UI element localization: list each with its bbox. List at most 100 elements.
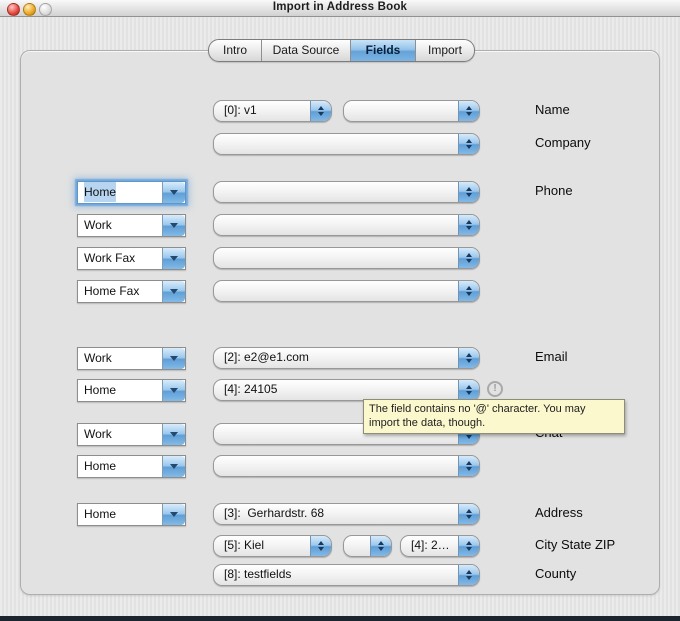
combo-dropdown-button[interactable] [162, 456, 185, 477]
chevron-down-icon [170, 464, 178, 469]
company-label: Company [535, 135, 591, 150]
up-arrow-icon [466, 106, 472, 110]
combo-dropdown-button[interactable] [162, 281, 185, 302]
up-arrow-icon [466, 541, 472, 545]
popup-arrows-button [458, 536, 479, 556]
popup-arrows-button [458, 565, 479, 585]
address-label: Address [535, 505, 583, 520]
county-source-popup[interactable]: [8]: testfields [213, 564, 480, 586]
tab-fields[interactable]: Fields [350, 40, 415, 61]
window-title: Import in Address Book [272, 1, 408, 13]
up-arrow-icon [318, 541, 324, 545]
up-arrow-icon [466, 187, 472, 191]
warning-icon: ! [487, 381, 503, 397]
down-arrow-icon [466, 193, 472, 197]
down-arrow-icon [318, 547, 324, 551]
phone-source-popup-1[interactable] [213, 181, 480, 203]
name-label: Name [535, 102, 570, 117]
phone-type-combo-2[interactable]: Work [77, 214, 186, 237]
combo-dropdown-button[interactable] [162, 424, 185, 445]
down-arrow-icon [466, 515, 472, 519]
titlebar[interactable]: Import in Address Book [0, 0, 680, 17]
combo-dropdown-button[interactable] [162, 248, 185, 269]
down-arrow-icon [466, 112, 472, 116]
down-arrow-icon [466, 292, 472, 296]
popup-value [214, 215, 458, 235]
up-arrow-icon [318, 106, 324, 110]
popup-arrows-button [458, 248, 479, 268]
down-arrow-icon [466, 391, 472, 395]
popup-arrows-button [458, 182, 479, 202]
address-source-popup[interactable]: [3]: Gerhardstr. 68 [213, 503, 480, 525]
up-arrow-icon [466, 286, 472, 290]
popup-value: [5]: Kiel [224, 538, 265, 552]
combo-dropdown-button[interactable] [162, 380, 185, 401]
chevron-down-icon [170, 223, 178, 228]
popup-arrows-button [458, 456, 479, 476]
tab-data-source[interactable]: Data Source [261, 40, 350, 61]
chat-type-combo-1[interactable]: Work [77, 423, 186, 446]
address-type-combo[interactable]: Home [77, 503, 186, 526]
chevron-down-icon [170, 512, 178, 517]
combo-value: Work Fax [84, 251, 136, 265]
tooltip: The field contains no '@' character. You… [363, 399, 625, 434]
combo-value: Work [84, 427, 112, 441]
phone-type-combo-1[interactable]: Home [77, 181, 186, 204]
email-type-combo-1[interactable]: Work [77, 347, 186, 370]
phone-type-combo-3[interactable]: Work Fax [77, 247, 186, 270]
popup-value [344, 536, 370, 556]
popup-arrows-button [310, 536, 331, 556]
popup-arrows-button [458, 134, 479, 154]
chevron-down-icon [170, 190, 178, 195]
zip-source-popup[interactable]: [4]: 2… [400, 535, 480, 557]
popup-value [344, 101, 458, 121]
down-arrow-icon [466, 259, 472, 263]
down-arrow-icon [466, 359, 472, 363]
down-arrow-icon [466, 145, 472, 149]
city-source-popup[interactable]: [5]: Kiel [213, 535, 332, 557]
up-arrow-icon [466, 461, 472, 465]
popup-arrows-button [458, 101, 479, 121]
combo-value: Home [78, 182, 162, 203]
popup-value: [4]: 24105 [224, 382, 278, 396]
email-type-combo-2[interactable]: Home [77, 379, 186, 402]
tab-intro[interactable]: Intro [209, 40, 261, 61]
up-arrow-icon [466, 253, 472, 257]
chat-type-combo-2[interactable]: Home [77, 455, 186, 478]
up-arrow-icon [466, 353, 472, 357]
combo-dropdown-button[interactable] [162, 182, 185, 203]
email-label: Email [535, 349, 568, 364]
phone-source-popup-2[interactable] [213, 214, 480, 236]
up-arrow-icon [466, 509, 472, 513]
desktop-edge [0, 616, 680, 621]
combo-value: Work [84, 218, 112, 232]
name-source-popup-2[interactable] [343, 100, 480, 122]
county-label: County [535, 566, 577, 581]
phone-type-combo-4[interactable]: Home Fax [77, 280, 186, 303]
email-source-popup-1[interactable]: [2]: e2@e1.com [213, 347, 480, 369]
down-arrow-icon [466, 547, 472, 551]
popup-arrows-button [458, 504, 479, 524]
popup-arrows-button [458, 380, 479, 400]
up-arrow-icon [466, 570, 472, 574]
chat-source-popup-2[interactable] [213, 455, 480, 477]
popup-value: [4]: 2… [411, 538, 450, 552]
company-source-popup[interactable] [213, 133, 480, 155]
popup-arrows-button [370, 536, 391, 556]
combo-dropdown-button[interactable] [162, 504, 185, 525]
state-source-popup[interactable] [343, 535, 392, 557]
combo-dropdown-button[interactable] [162, 348, 185, 369]
popup-value: [0]: v1 [224, 103, 257, 117]
chevron-down-icon [170, 432, 178, 437]
combo-dropdown-button[interactable] [162, 215, 185, 236]
phone-source-popup-3[interactable] [213, 247, 480, 269]
name-source-popup-1[interactable]: [0]: v1 [213, 100, 332, 122]
email-source-popup-2[interactable]: [4]: 24105 [213, 379, 480, 401]
combo-value: Home [84, 383, 117, 397]
tab-import[interactable]: Import [415, 40, 474, 61]
combo-value: Home Fax [84, 284, 140, 298]
phone-source-popup-4[interactable] [213, 280, 480, 302]
down-arrow-icon [466, 576, 472, 580]
popup-value: [3]: Gerhardstr. 68 [224, 506, 325, 520]
down-arrow-icon [378, 547, 384, 551]
